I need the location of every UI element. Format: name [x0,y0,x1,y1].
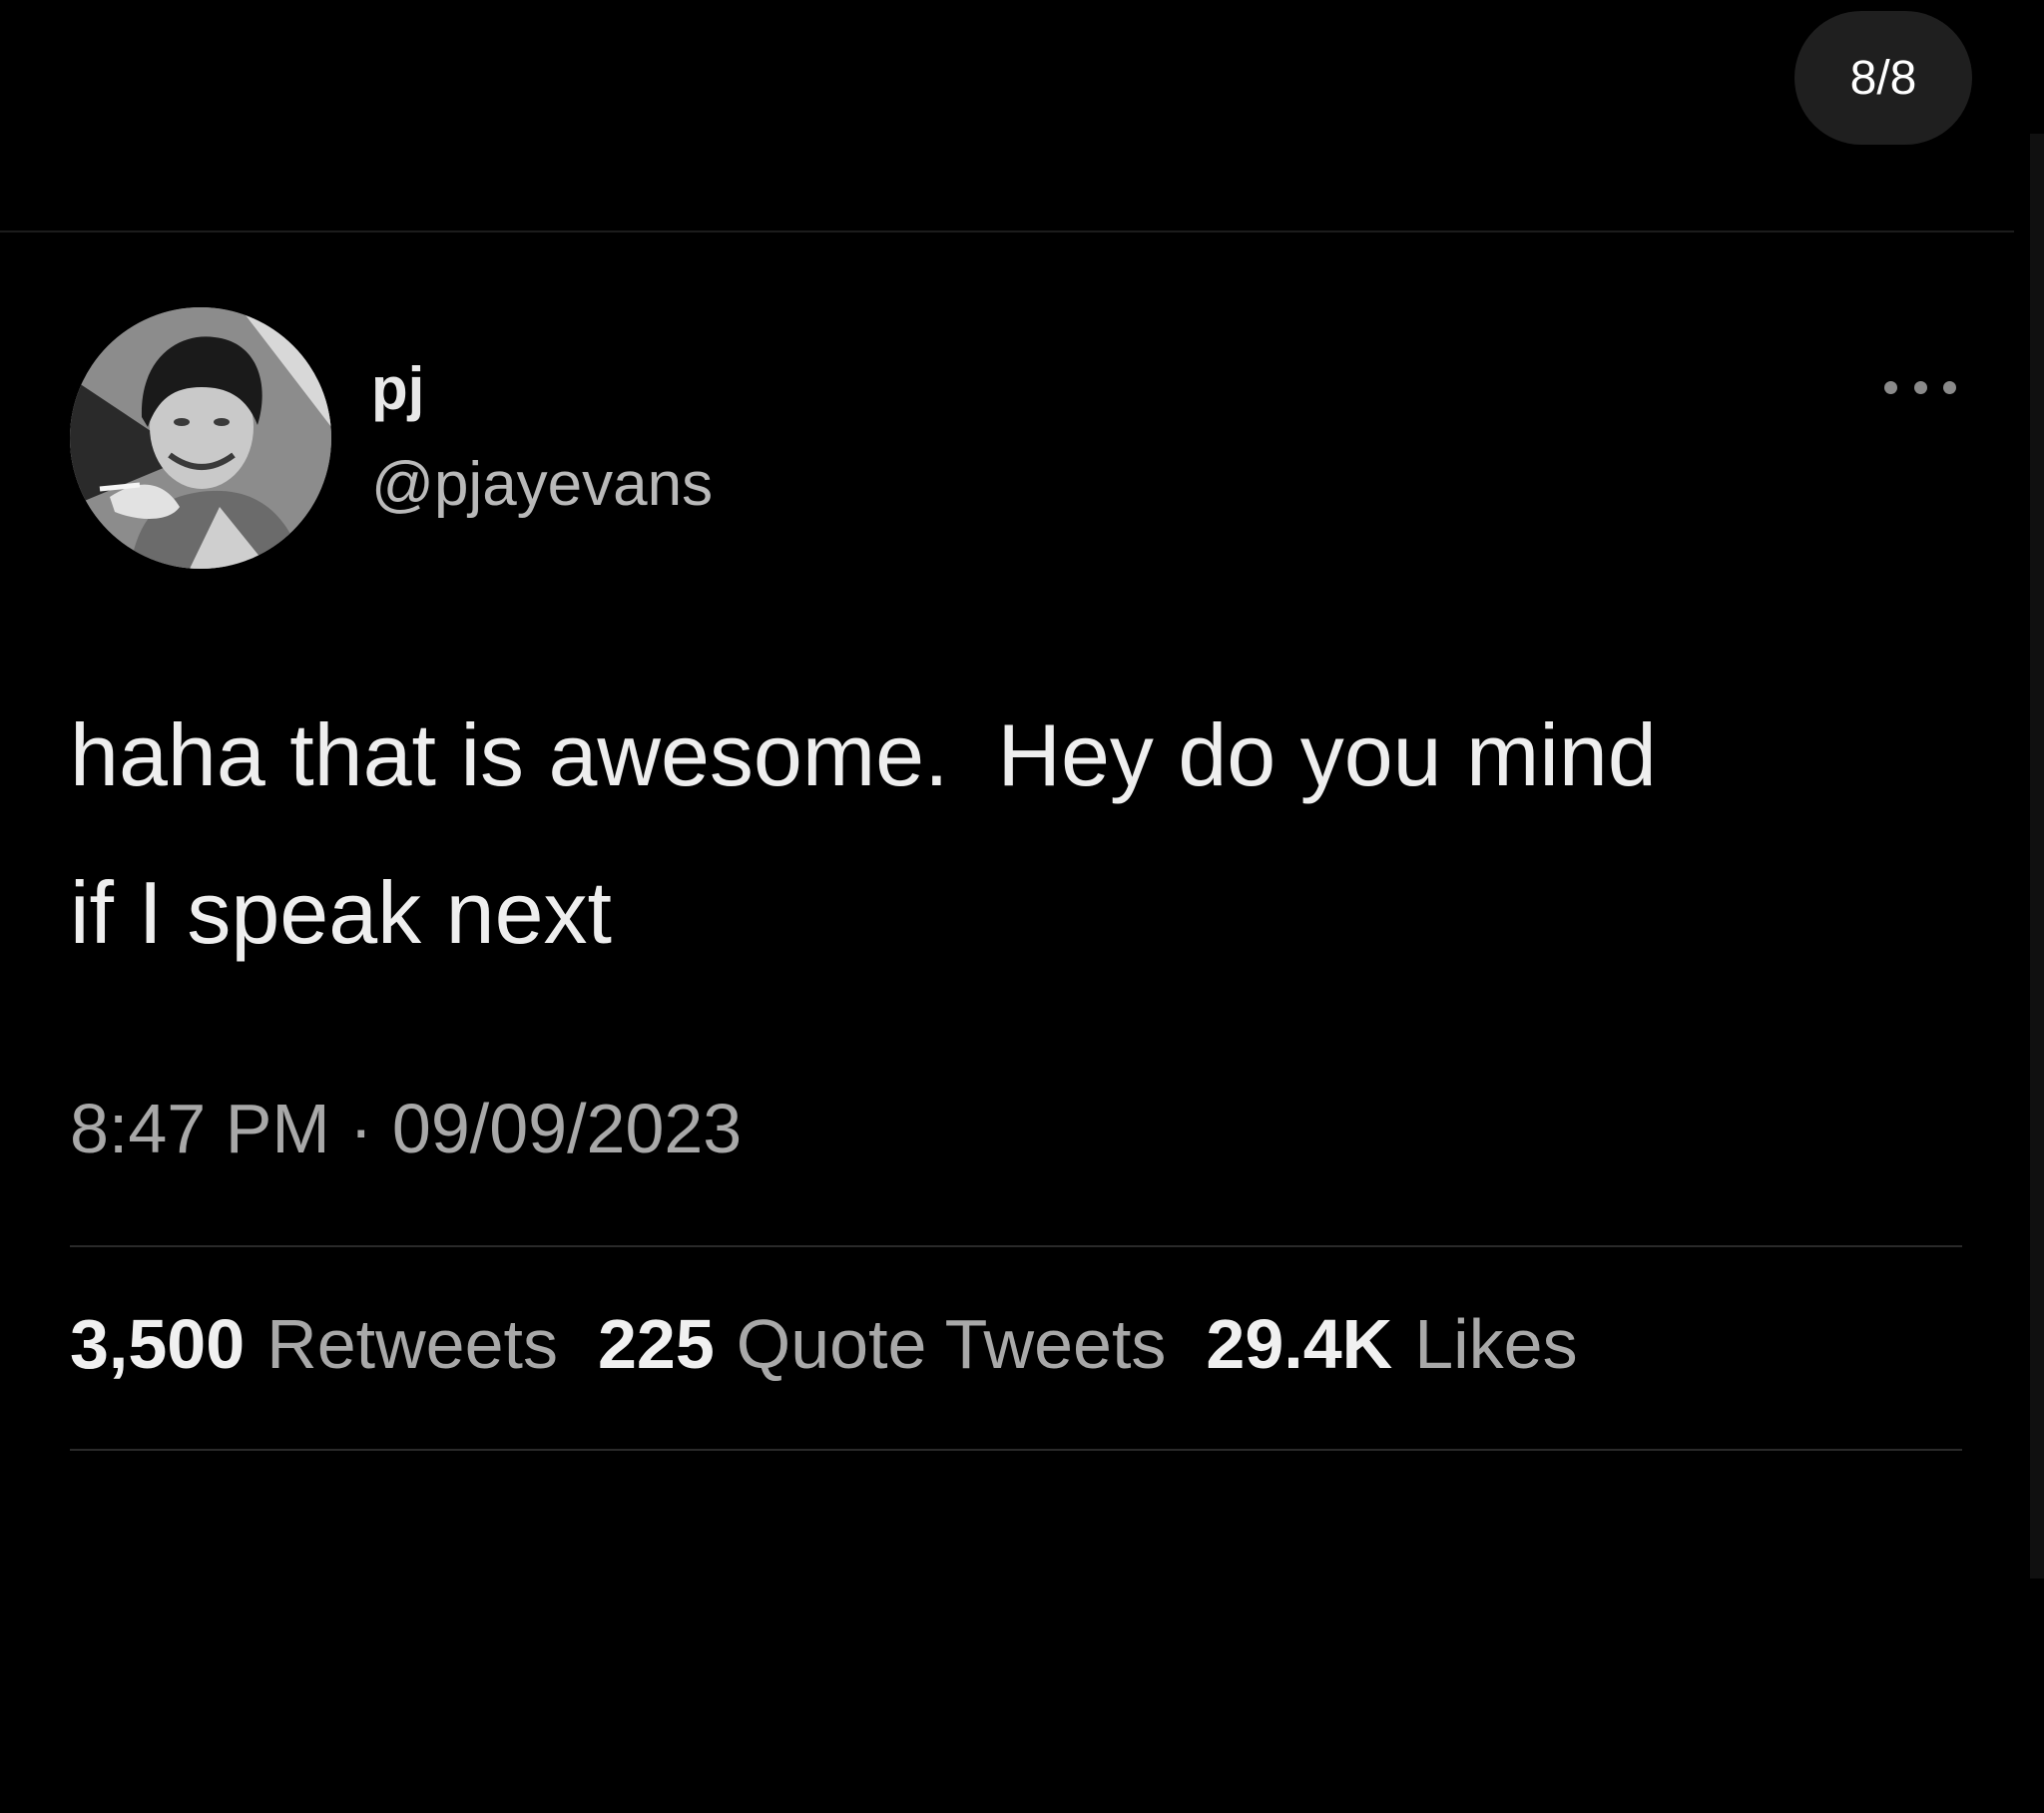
retweets-stat[interactable]: 3,500 Retweets [70,1309,558,1379]
page-counter-badge: 8/8 [1794,11,1972,145]
quote-tweets-label: Quote Tweets [736,1305,1167,1383]
retweets-label: Retweets [266,1305,558,1383]
tweet-text-line-2: if I speak next [70,863,612,962]
display-name[interactable]: pj [371,359,424,419]
avatar-photo [70,307,331,569]
dot-icon [1943,380,1956,394]
divider [70,1245,1962,1247]
dot-icon [1884,380,1897,394]
ellipsis-icon[interactable] [1884,375,1956,399]
tweet-text: haha that is awesome. Hey do you mind if … [70,677,1966,992]
divider [70,1449,1962,1451]
avatar[interactable] [70,307,331,569]
likes-label: Likes [1414,1305,1578,1383]
likes-count: 29.4K [1206,1305,1393,1383]
dot-icon [1913,380,1927,394]
user-handle[interactable]: @pjayevans [371,454,713,516]
likes-stat[interactable]: 29.4K Likes [1206,1309,1577,1379]
quote-tweets-count: 225 [597,1305,715,1383]
quote-tweets-stat[interactable]: 225 Quote Tweets [598,1309,1166,1379]
tweet-text-line-1: haha that is awesome. Hey do you mind [70,705,1657,804]
retweets-count: 3,500 [70,1305,246,1383]
top-divider [0,230,2014,232]
right-edge-strip [2030,134,2044,1579]
page-counter-text: 8/8 [1849,51,1917,105]
engagement-stats: 3,500 Retweets 225 Quote Tweets 29.4K Li… [70,1309,1618,1379]
tweet-timestamp[interactable]: 8:47 PM · 09/09/2023 [70,1094,742,1163]
